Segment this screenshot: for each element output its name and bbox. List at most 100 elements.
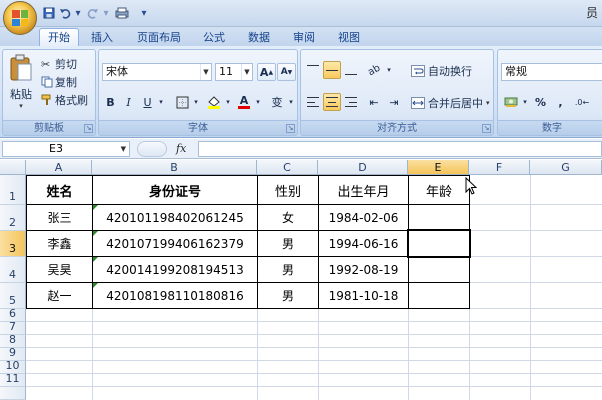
table-cell[interactable]: 420014199208194513 <box>93 257 257 282</box>
undo-icon[interactable] <box>58 5 72 21</box>
copy-button[interactable]: 复制 <box>41 74 77 90</box>
table-cell[interactable] <box>409 205 469 230</box>
accounting-dropdown-icon[interactable]: ▾ <box>521 93 529 111</box>
table-cell[interactable]: 吴昊 <box>27 257 92 282</box>
font-dialog-launcher-icon[interactable]: ↘ <box>286 124 295 133</box>
table-cell[interactable]: 男 <box>258 283 318 308</box>
table-cell[interactable]: 张三 <box>27 205 92 230</box>
table-cell[interactable]: 李鑫 <box>27 231 92 256</box>
decrease-indent-button[interactable]: ⇤ <box>365 93 383 111</box>
table-header-age[interactable]: 年龄 <box>409 176 469 204</box>
row-header-1[interactable]: 1 <box>0 175 26 205</box>
redo-icon[interactable] <box>86 5 100 21</box>
column-header-d[interactable]: D <box>318 160 408 175</box>
error-indicator-icon[interactable] <box>93 257 98 262</box>
office-button[interactable] <box>3 1 37 35</box>
align-right-button[interactable] <box>342 93 360 111</box>
row-header-3[interactable]: 3 <box>0 231 26 257</box>
column-header-f[interactable]: F <box>469 160 530 175</box>
table-cell[interactable]: 男 <box>258 231 318 256</box>
table-cell[interactable]: 赵一 <box>27 283 92 308</box>
fill-color-dropdown-icon[interactable]: ▾ <box>224 93 232 111</box>
bold-button[interactable]: B <box>102 93 119 111</box>
column-header-e[interactable]: E <box>408 160 469 175</box>
orientation-dropdown-icon[interactable]: ▾ <box>385 61 393 79</box>
paste-button[interactable]: 粘贴 ▾ <box>7 54 35 112</box>
font-size-combo[interactable]: 11 ▼ <box>215 63 253 81</box>
accounting-format-button[interactable] <box>502 93 520 111</box>
table-cell[interactable]: 1984-02-06 <box>319 205 408 230</box>
insert-function-icon[interactable]: fx <box>176 142 186 155</box>
font-name-combo[interactable]: 宋体 ▼ <box>102 63 212 81</box>
clipboard-dialog-launcher-icon[interactable]: ↘ <box>84 124 93 133</box>
merge-dropdown-icon[interactable]: ▾ <box>486 99 490 107</box>
row-header-2[interactable]: 2 <box>0 205 26 231</box>
table-cell[interactable]: 1994-06-16 <box>319 231 408 256</box>
column-header-c[interactable]: C <box>257 160 318 175</box>
format-painter-button[interactable]: 格式刷 <box>41 92 88 108</box>
error-indicator-icon[interactable] <box>93 283 98 288</box>
number-format-combo[interactable]: 常规 <box>501 63 602 81</box>
font-color-button[interactable]: A <box>235 93 253 111</box>
worksheet-grid[interactable]: A B C D E F G 1 2 3 4 5 6 7 8 9 10 11 姓名… <box>0 160 602 400</box>
customize-toolbar-icon[interactable]: ▾ <box>140 5 148 21</box>
name-box[interactable]: E3 ▼ <box>2 141 130 157</box>
tab-home[interactable]: 开始 <box>39 28 79 47</box>
comma-style-button[interactable]: , <box>552 93 569 111</box>
table-header-name[interactable]: 姓名 <box>27 176 92 204</box>
table-cell[interactable] <box>409 257 469 282</box>
table-header-id[interactable]: 身份证号 <box>93 176 257 204</box>
chevron-down-icon[interactable]: ▼ <box>200 64 211 80</box>
table-cell[interactable]: 1992-08-19 <box>319 257 408 282</box>
tab-review[interactable]: 审阅 <box>288 29 320 46</box>
select-all-corner[interactable] <box>0 160 26 175</box>
formula-bar-splitter[interactable] <box>137 141 167 157</box>
column-header-b[interactable]: B <box>92 160 257 175</box>
fill-color-button[interactable] <box>205 93 223 111</box>
column-header-a[interactable]: A <box>26 160 92 175</box>
table-cell[interactable]: 420101198402061245 <box>93 205 257 230</box>
borders-dropdown-icon[interactable]: ▾ <box>192 93 200 111</box>
font-color-dropdown-icon[interactable]: ▾ <box>254 93 262 111</box>
align-bottom-button[interactable] <box>342 61 360 79</box>
align-center-button[interactable] <box>323 93 341 111</box>
chevron-down-icon[interactable]: ▼ <box>241 64 252 80</box>
error-indicator-icon[interactable] <box>93 231 98 236</box>
save-icon[interactable] <box>42 5 56 21</box>
table-header-birth[interactable]: 出生年月 <box>319 176 408 204</box>
wrap-text-button[interactable]: 自动换行 <box>411 63 472 79</box>
underline-dropdown-icon[interactable]: ▾ <box>157 93 165 111</box>
merge-center-button[interactable]: 合并后居中 ▾ <box>411 95 490 111</box>
increase-decimal-button[interactable]: .0← <box>572 93 592 111</box>
table-cell[interactable] <box>409 283 469 308</box>
align-left-button[interactable] <box>304 93 322 111</box>
align-middle-button[interactable] <box>323 61 341 79</box>
tab-data[interactable]: 数据 <box>243 29 275 46</box>
alignment-dialog-launcher-icon[interactable]: ↘ <box>482 124 491 133</box>
tab-view[interactable]: 视图 <box>333 29 365 46</box>
orientation-button[interactable]: ab <box>364 61 384 79</box>
tab-formulas[interactable]: 公式 <box>198 29 230 46</box>
borders-button[interactable] <box>173 93 191 111</box>
grow-font-button[interactable]: A ▲ <box>257 63 276 81</box>
shrink-font-button[interactable]: A ▼ <box>277 63 296 81</box>
row-header-4[interactable]: 4 <box>0 257 26 283</box>
row-header-11[interactable]: 11 <box>0 372 26 387</box>
cut-button[interactable]: ✂ 剪切 <box>41 56 77 72</box>
row-header-5[interactable]: 5 <box>0 283 26 309</box>
italic-button[interactable]: I <box>120 93 137 111</box>
table-header-gender[interactable]: 性别 <box>258 176 318 204</box>
tab-page-layout[interactable]: 页面布局 <box>133 29 185 46</box>
percent-style-button[interactable]: % <box>532 93 549 111</box>
table-cell[interactable]: 1981-10-18 <box>319 283 408 308</box>
phonetic-dropdown-icon[interactable]: ▾ <box>287 93 295 111</box>
redo-dropdown-icon[interactable]: ▾ <box>102 5 110 21</box>
name-box-dropdown-icon[interactable]: ▼ <box>121 142 126 156</box>
tab-insert[interactable]: 插入 <box>86 29 118 46</box>
underline-button[interactable]: U <box>139 93 156 111</box>
table-cell[interactable]: 420108198110180816 <box>93 283 257 308</box>
quick-print-icon[interactable] <box>114 5 130 21</box>
row-header-12[interactable] <box>0 387 26 400</box>
increase-indent-button[interactable]: ⇥ <box>385 93 403 111</box>
column-header-g[interactable]: G <box>530 160 602 175</box>
